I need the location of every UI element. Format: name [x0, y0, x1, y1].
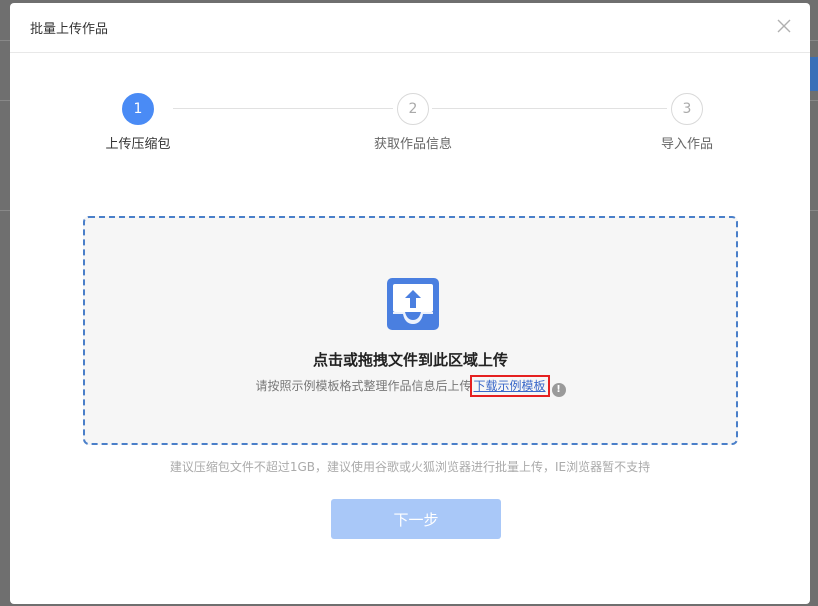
dropzone-title: 点击或拖拽文件到此区域上传 — [312, 351, 508, 369]
step-label: 获取作品信息 — [373, 137, 452, 152]
step-number: 3 — [671, 93, 703, 125]
upload-note: 建议压缩包文件不超过1GB，建议使用谷歌或火狐浏览器进行批量上传，IE浏览器暂不… — [169, 460, 651, 474]
step-number: 1 — [122, 93, 154, 125]
upload-tray-icon — [385, 276, 441, 332]
modal-title: 批量上传作品 — [30, 22, 109, 37]
info-icon[interactable]: ! — [551, 383, 566, 397]
step-label: 导入作品 — [660, 137, 713, 152]
file-dropzone[interactable]: 点击或拖拽文件到此区域上传 请按照示例模板格式整理作品信息后上传 下载示例模板! — [83, 216, 738, 445]
step-import: 3 导入作品 — [627, 93, 747, 152]
stepper: 1 上传压缩包 2 获取作品信息 3 导入作品 — [10, 93, 810, 163]
download-template-link[interactable]: 下载示例模板 — [469, 375, 550, 397]
step-get-info: 2 获取作品信息 — [353, 93, 473, 152]
step-label: 上传压缩包 — [105, 137, 171, 152]
close-icon[interactable] — [776, 18, 792, 34]
dropzone-hint-text: 请按照示例模板格式整理作品信息后上传 — [255, 379, 472, 393]
next-step-button[interactable]: 下一步 — [331, 499, 501, 539]
dropzone-hint: 请按照示例模板格式整理作品信息后上传 下载示例模板! — [85, 375, 736, 397]
modal-header: 批量上传作品 — [10, 3, 810, 53]
step-upload: 1 上传压缩包 — [78, 93, 198, 152]
step-number: 2 — [397, 93, 429, 125]
background-button — [810, 57, 818, 91]
upload-modal: 批量上传作品 1 上传压缩包 2 获取作品信息 3 导入作品 点击或拖拽文件到此… — [10, 3, 810, 604]
